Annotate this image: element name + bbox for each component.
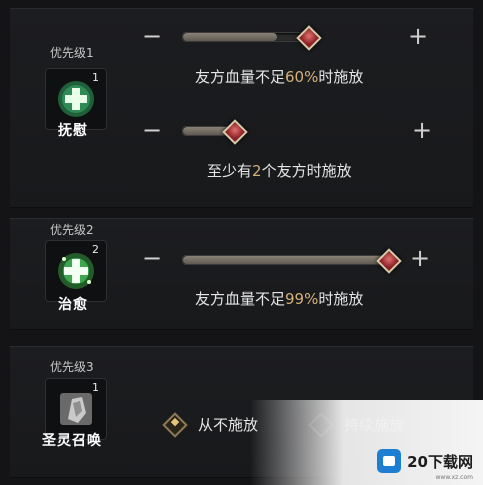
option-never-cast[interactable]: 从不施放	[162, 411, 259, 438]
priority-label: 优先级3	[50, 360, 94, 374]
watermark-logo-icon	[377, 449, 402, 473]
watermark-text: 20下载网	[407, 452, 473, 471]
increase-button[interactable]: +	[404, 22, 432, 50]
radio-selected-icon	[162, 411, 188, 438]
priority-label: 优先级2	[50, 223, 94, 237]
skill-level: 2	[92, 243, 99, 256]
condition-value: 60%	[285, 68, 319, 86]
skill-level: 1	[92, 381, 99, 394]
condition-value: 99%	[285, 290, 319, 308]
condition-text: 友方血量不足99%时施放	[195, 290, 364, 308]
skill-slot[interactable]: 2	[45, 240, 107, 302]
option-label: 从不施放	[198, 416, 259, 434]
watermark-sub: www.xz.com	[435, 474, 474, 481]
increase-button[interactable]: +	[408, 116, 436, 144]
decrease-button[interactable]: −	[138, 22, 166, 50]
condition-value: 2	[252, 162, 262, 180]
radio-unselected-icon	[308, 411, 334, 438]
option-label: 持续施放	[344, 416, 405, 434]
decrease-button[interactable]: −	[138, 116, 166, 144]
healing-hands-icon	[58, 81, 94, 117]
skill-name: 圣灵召唤	[42, 433, 102, 449]
option-always-cast[interactable]: 持续施放	[308, 411, 405, 438]
heal-sparkle-icon	[58, 253, 94, 289]
spirit-summon-icon	[60, 393, 92, 425]
skill-level: 1	[92, 71, 99, 84]
watermark: 20下载网 www.xz.com	[377, 449, 473, 481]
decrease-button[interactable]: −	[138, 244, 166, 272]
priority-label: 优先级1	[50, 46, 94, 60]
threshold-slider[interactable]	[182, 255, 394, 265]
condition-text: 友方血量不足60%时施放	[195, 68, 364, 86]
increase-button[interactable]: +	[406, 244, 434, 272]
skill-name: 治愈	[58, 297, 88, 313]
condition-text: 至少有2个友方时施放	[207, 162, 352, 180]
slider-fill	[183, 256, 391, 264]
slider-fill	[183, 33, 277, 41]
skill-name: 抚慰	[58, 123, 88, 139]
